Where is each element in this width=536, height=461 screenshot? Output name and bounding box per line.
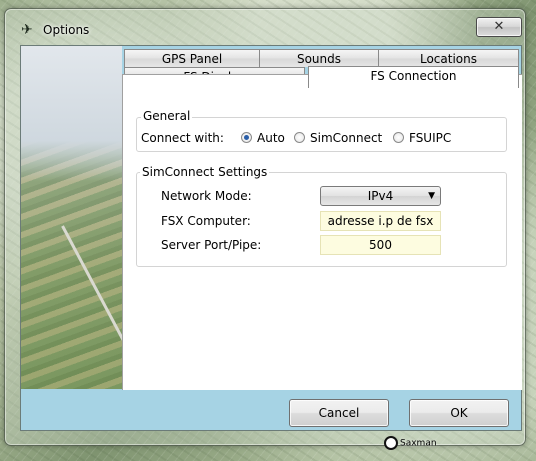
- cancel-button[interactable]: Cancel: [289, 399, 389, 427]
- network-mode-label: Network Mode:: [161, 189, 252, 203]
- fsx-computer-field[interactable]: adresse i.p de fsx: [320, 211, 441, 231]
- simconnect-settings-legend: SimConnect Settings: [140, 165, 270, 179]
- dialog-client-area: GPS Panel Sounds Locations FS Display Ge…: [20, 45, 522, 431]
- close-button[interactable]: ✕: [476, 17, 522, 37]
- general-legend: General: [141, 109, 193, 123]
- radio-fsuipc-label[interactable]: FSUIPC: [409, 131, 451, 145]
- fs-connection-panel: General Connect with: Auto SimConnect FS…: [122, 74, 522, 390]
- close-icon: ✕: [493, 19, 505, 34]
- radio-auto-label[interactable]: Auto: [257, 131, 285, 145]
- tab-gps-panel[interactable]: GPS Panel: [124, 49, 260, 67]
- radio-auto[interactable]: [241, 132, 252, 143]
- crosshair-icon: [384, 436, 398, 450]
- tab-sounds[interactable]: Sounds: [259, 49, 379, 67]
- chevron-down-icon: ▼: [428, 191, 435, 201]
- window-title: Options: [43, 23, 90, 37]
- map-watermark: Saxman: [384, 436, 437, 450]
- server-port-label: Server Port/Pipe:: [161, 238, 262, 252]
- radio-fsuipc[interactable]: [393, 132, 404, 143]
- server-port-field[interactable]: 500: [320, 235, 441, 255]
- radio-simconnect[interactable]: [294, 132, 305, 143]
- title-bar[interactable]: ✈ Options ✕: [5, 9, 525, 47]
- network-mode-value: IPv4: [367, 189, 394, 203]
- options-dialog: ✈ Options ✕ GPS Panel Sounds Locations F…: [4, 8, 526, 446]
- network-mode-select[interactable]: IPv4 ▼: [320, 186, 441, 206]
- aerial-photo: [21, 46, 122, 389]
- watermark-text: Saxman: [400, 438, 437, 449]
- ok-button[interactable]: OK: [409, 399, 509, 427]
- connect-with-label: Connect with:: [141, 131, 224, 145]
- tab-locations[interactable]: Locations: [378, 49, 519, 67]
- radio-simconnect-label[interactable]: SimConnect: [310, 131, 382, 145]
- tab-fs-connection[interactable]: FS Connection: [308, 66, 519, 88]
- fsx-computer-label: FSX Computer:: [161, 214, 251, 228]
- airplane-icon: ✈: [21, 22, 33, 38]
